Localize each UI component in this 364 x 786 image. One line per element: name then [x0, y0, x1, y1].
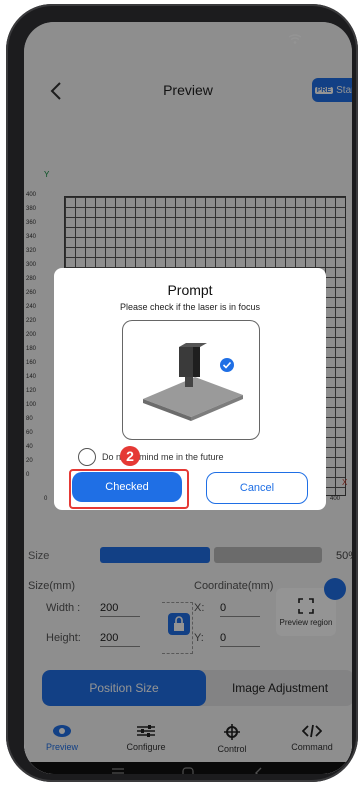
- cancel-button[interactable]: Cancel: [206, 472, 308, 504]
- dialog-title: Prompt: [167, 282, 213, 298]
- prompt-dialog: Prompt Please check if the laser is in f…: [54, 268, 326, 510]
- step-badge: 2: [120, 446, 140, 466]
- laser-focus-illustration: [122, 320, 260, 440]
- remind-checkbox[interactable]: [78, 448, 96, 466]
- highlight-box: [69, 469, 189, 509]
- dialog-subtitle: Please check if the laser is in focus: [119, 302, 261, 312]
